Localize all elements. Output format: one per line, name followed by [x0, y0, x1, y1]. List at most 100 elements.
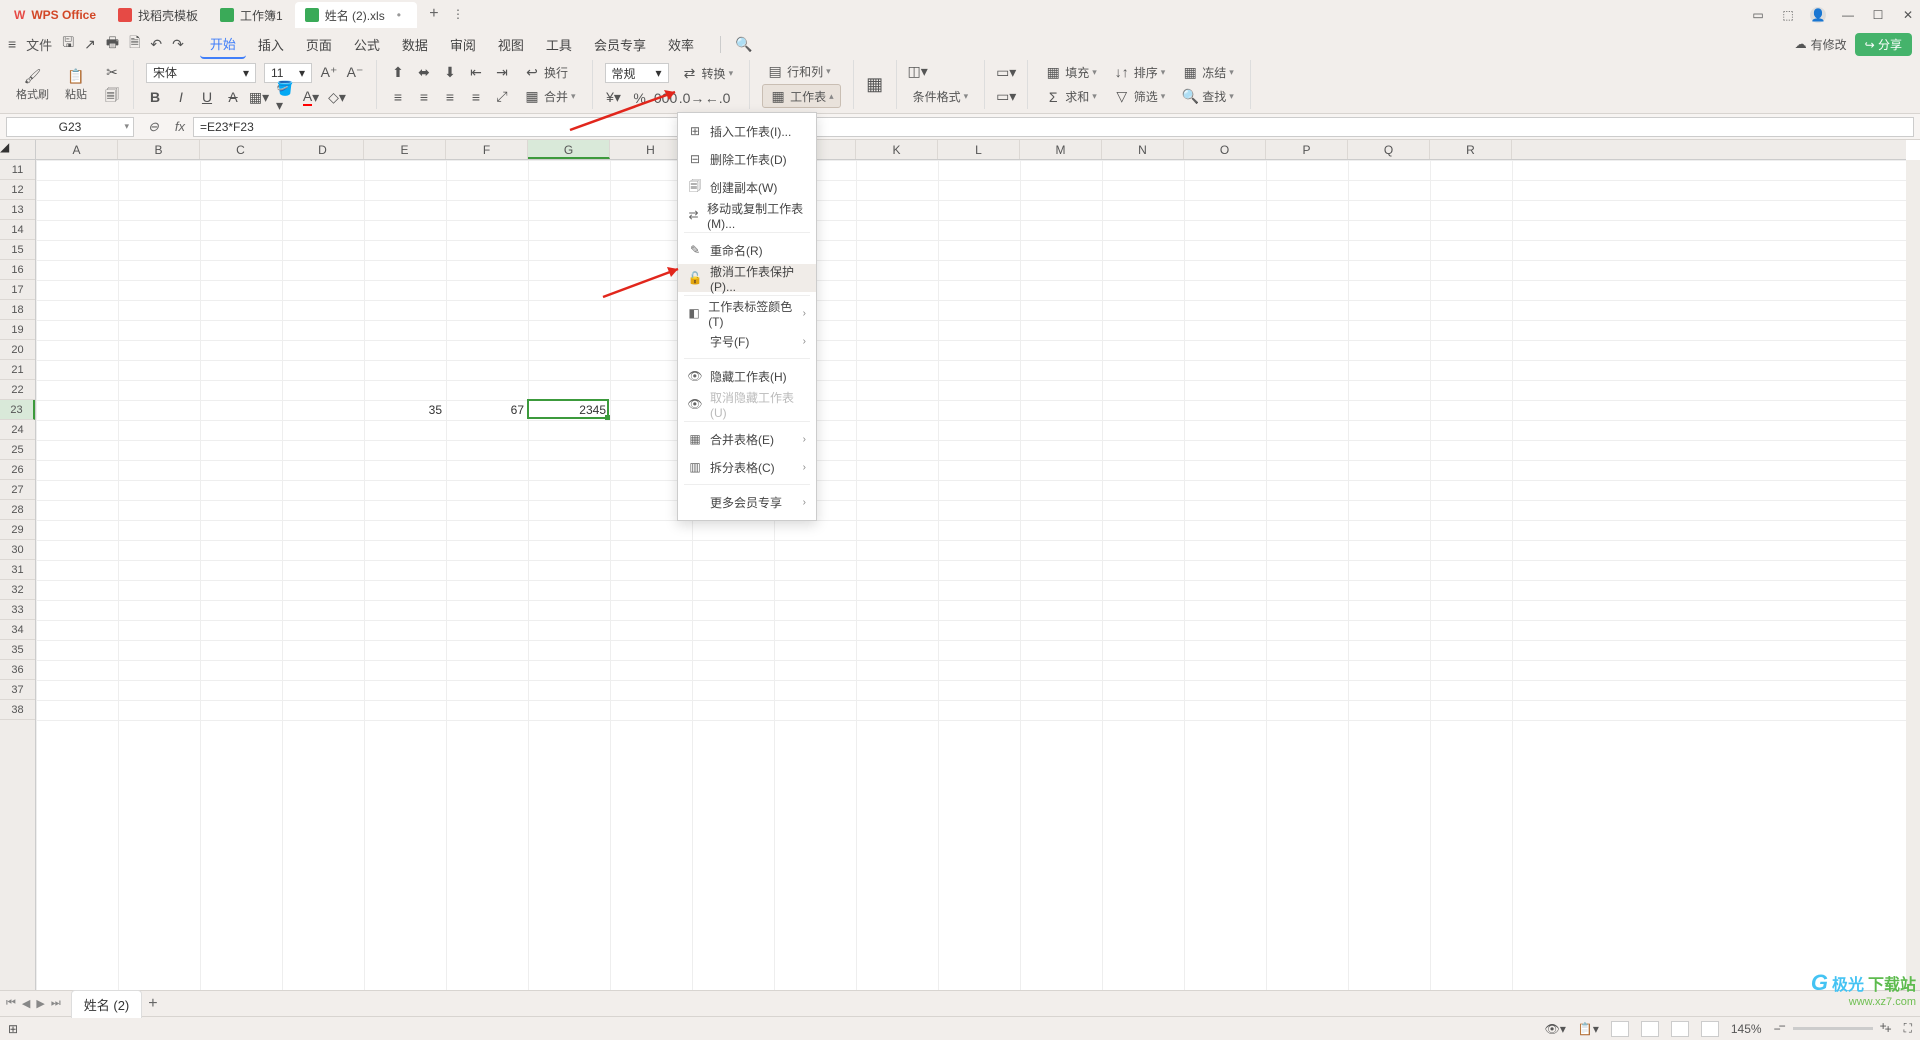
col-header-L[interactable]: L [938, 140, 1020, 159]
tab-formula[interactable]: 公式 [344, 31, 390, 58]
row-header-15[interactable]: 15 [0, 240, 35, 260]
col-header-P[interactable]: P [1266, 140, 1348, 159]
worksheet-button[interactable]: ▦工作表▴ [762, 84, 841, 108]
undo-icon[interactable]: ↶ [150, 36, 162, 53]
row-headers[interactable]: 1112131415161718192021222324252627282930… [0, 160, 36, 990]
underline-icon[interactable]: U [198, 88, 216, 106]
col-header-D[interactable]: D [282, 140, 364, 159]
sheet-first-icon[interactable]: ⏮ [6, 997, 16, 1010]
col-header-E[interactable]: E [364, 140, 446, 159]
bold-icon[interactable]: B [146, 88, 164, 106]
menu-rename-sheet[interactable]: ✎重命名(R) [678, 236, 816, 264]
tab-home[interactable]: 开始 [200, 30, 246, 59]
minimize-button[interactable]: — [1840, 7, 1856, 23]
cell-F23[interactable]: 67 [446, 400, 528, 420]
view-layout-button[interactable] [1671, 1021, 1689, 1037]
row-header-30[interactable]: 30 [0, 540, 35, 560]
file-menu[interactable]: 文件 [26, 35, 52, 54]
sort-button[interactable]: ↓↑排序▾ [1109, 61, 1170, 83]
table-style-button[interactable]: ▦ [866, 76, 884, 94]
thousand-icon[interactable]: 000 [657, 89, 675, 107]
inc-decimal-icon[interactable]: .0→ [683, 89, 701, 107]
col-header-O[interactable]: O [1184, 140, 1266, 159]
menu-hide-sheet[interactable]: 👁隐藏工作表(H) [678, 362, 816, 390]
app-brand-tab[interactable]: W WPS Office [4, 2, 106, 28]
cell-E23[interactable]: 35 [364, 400, 446, 420]
preview-icon[interactable]: 🗎 [129, 32, 140, 56]
align-justify-icon[interactable]: ≡ [467, 88, 485, 106]
menu-copy-sheet[interactable]: 🗐创建副本(W) [678, 173, 816, 201]
tab-review[interactable]: 审阅 [440, 31, 486, 58]
number-format-selector[interactable]: 常规▾ [605, 63, 669, 83]
align-right-icon[interactable]: ≡ [441, 88, 459, 106]
add-sheet-button[interactable]: + [148, 995, 157, 1013]
row-header-24[interactable]: 24 [0, 420, 35, 440]
format-painter-button[interactable]: 🖌格式刷 [16, 67, 49, 102]
align-top-icon[interactable]: ⬆ [389, 63, 407, 81]
tab-efficiency[interactable]: 效率 [658, 31, 704, 58]
new-tab-button[interactable]: + [425, 6, 443, 24]
menu-move-sheet[interactable]: ⇄移动或复制工作表(M)... [678, 201, 816, 229]
tab-insert[interactable]: 插入 [248, 31, 294, 58]
row-header-38[interactable]: 38 [0, 700, 35, 720]
row-header-28[interactable]: 28 [0, 500, 35, 520]
align-left-icon[interactable]: ≡ [389, 88, 407, 106]
percent-icon[interactable]: % [631, 89, 649, 107]
italic-icon[interactable]: I [172, 88, 190, 106]
row-header-23[interactable]: 23 [0, 400, 35, 420]
cell-style-icon[interactable]: ◫▾ [909, 63, 927, 81]
col-header-C[interactable]: C [200, 140, 282, 159]
sheet-nav[interactable]: ⏮ ◀ ▶ ⏭ [6, 997, 61, 1010]
cancel-formula-icon[interactable]: ⊖ [140, 119, 167, 135]
tab-view[interactable]: 视图 [488, 31, 534, 58]
formula-input[interactable]: =E23*F23 [193, 117, 1914, 137]
style-more-icon[interactable]: ▭▾ [997, 88, 1015, 106]
col-header-K[interactable]: K [856, 140, 938, 159]
row-header-11[interactable]: 11 [0, 160, 35, 180]
tab-menu-button[interactable]: ⋮ [449, 6, 467, 24]
fill-color-icon[interactable]: 🪣▾ [276, 88, 294, 106]
menu-split-table[interactable]: ▥拆分表格(C)› [678, 453, 816, 481]
indent-dec-icon[interactable]: ⇤ [467, 63, 485, 81]
menu-icon[interactable]: ≡ [8, 36, 16, 52]
row-header-29[interactable]: 29 [0, 520, 35, 540]
save-icon[interactable]: 🖫 [62, 32, 74, 56]
col-header-N[interactable]: N [1102, 140, 1184, 159]
row-header-33[interactable]: 33 [0, 600, 35, 620]
tab-workbook1[interactable]: 工作簿1 [210, 2, 293, 28]
tab-member[interactable]: 会员专享 [584, 31, 656, 58]
font-color-icon[interactable]: A▾ [302, 88, 320, 106]
col-header-B[interactable]: B [118, 140, 200, 159]
row-header-14[interactable]: 14 [0, 220, 35, 240]
menu-more-member[interactable]: 更多会员专享› [678, 488, 816, 516]
sheet-next-icon[interactable]: ▶ [36, 997, 44, 1010]
freeze-button[interactable]: ▦冻结▾ [1177, 61, 1238, 83]
row-header-37[interactable]: 37 [0, 680, 35, 700]
close-button[interactable]: ✕ [1900, 7, 1916, 23]
menu-unprotect-sheet[interactable]: 🔓撤消工作表保护(P)... [678, 264, 816, 292]
col-header-M[interactable]: M [1020, 140, 1102, 159]
vertical-scrollbar[interactable] [1906, 160, 1920, 990]
menu-merge-table[interactable]: ▦合并表格(E)› [678, 425, 816, 453]
paste-button[interactable]: 📋粘贴 [65, 67, 87, 102]
rows-cols-button[interactable]: ▤行和列▾ [762, 61, 835, 83]
tab-tools[interactable]: 工具 [536, 31, 582, 58]
sheet-last-icon[interactable]: ⏭ [51, 997, 61, 1010]
row-header-20[interactable]: 20 [0, 340, 35, 360]
convert-button[interactable]: ⇄转换▾ [677, 62, 738, 84]
col-header-A[interactable]: A [36, 140, 118, 159]
currency-icon[interactable]: ¥▾ [605, 89, 623, 107]
view-normal-button[interactable] [1611, 1021, 1629, 1037]
row-header-31[interactable]: 31 [0, 560, 35, 580]
row-header-27[interactable]: 27 [0, 480, 35, 500]
eye-icon[interactable]: 👁▾ [1545, 1022, 1566, 1036]
align-bottom-icon[interactable]: ⬇ [441, 63, 459, 81]
row-header-26[interactable]: 26 [0, 460, 35, 480]
merge-button[interactable]: ▦合并▾ [519, 86, 580, 108]
redo-icon[interactable]: ↷ [172, 36, 184, 53]
filter-button[interactable]: ▽筛选▾ [1109, 86, 1170, 108]
row-header-21[interactable]: 21 [0, 360, 35, 380]
col-header-R[interactable]: R [1430, 140, 1512, 159]
row-header-32[interactable]: 32 [0, 580, 35, 600]
row-header-18[interactable]: 18 [0, 300, 35, 320]
